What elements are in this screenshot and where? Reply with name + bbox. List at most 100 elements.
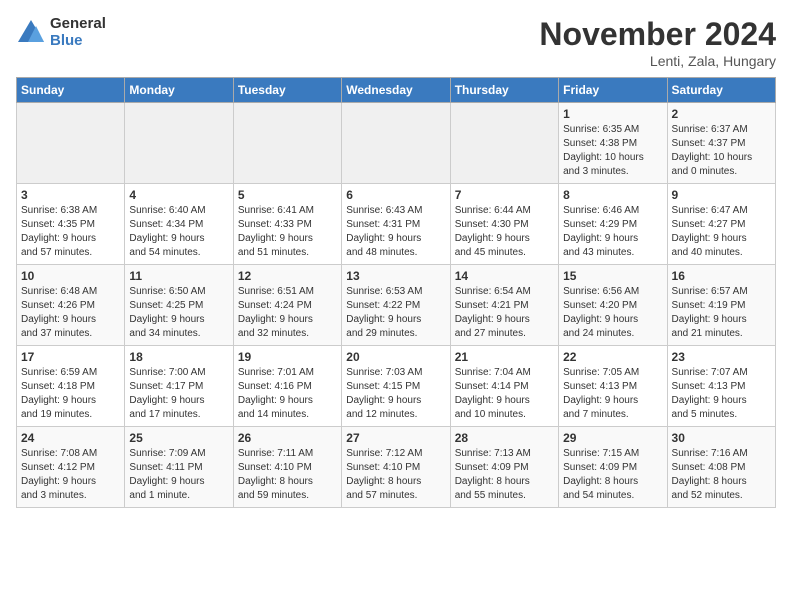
week-row-5: 24 Sunrise: 7:08 AM Sunset: 4:12 PM Dayli… bbox=[17, 427, 776, 508]
day-detail: Sunrise: 6:50 AM Sunset: 4:25 PM Dayligh… bbox=[129, 285, 228, 341]
week-row-3: 10 Sunrise: 6:48 AM Sunset: 4:26 PM Dayli… bbox=[17, 265, 776, 346]
day-number: 23 bbox=[672, 350, 771, 364]
day-header-monday: Monday bbox=[125, 78, 233, 103]
day-detail: Sunrise: 7:11 AM Sunset: 4:10 PM Dayligh… bbox=[238, 447, 337, 503]
calendar-cell: 25Sunrise: 7:09 AM Sunset: 4:11 PM Dayli… bbox=[125, 427, 233, 508]
day-number: 6 bbox=[346, 188, 445, 202]
day-detail: Sunrise: 6:37 AM Sunset: 4:37 PM Dayligh… bbox=[672, 123, 771, 179]
day-number: 1 bbox=[563, 107, 662, 121]
calendar-cell: 27 Sunrise: 7:12 AM Sunset: 4:10 PM Dayli… bbox=[342, 427, 450, 508]
day-number: 19 bbox=[238, 350, 337, 364]
day-detail: Sunrise: 6:59 AM Sunset: 4:18 PM Dayligh… bbox=[21, 366, 120, 422]
day-detail: Sunrise: 7:01 AM Sunset: 4:16 PM Dayligh… bbox=[238, 366, 337, 422]
day-number: 7 bbox=[455, 188, 554, 202]
day-detail: Sunrise: 7:08 AM Sunset: 4:12 PM Dayligh… bbox=[21, 447, 120, 503]
calendar-cell: 12 Sunrise: 6:51 AM Sunset: 4:24 PM Dayli… bbox=[233, 265, 341, 346]
day-detail: Sunrise: 7:04 AM Sunset: 4:14 PM Dayligh… bbox=[455, 366, 554, 422]
calendar-table: SundayMondayTuesdayWednesdayThursdayFrid… bbox=[16, 77, 776, 508]
day-number: 20 bbox=[346, 350, 445, 364]
calendar-cell: 29 Sunrise: 7:15 AM Sunset: 4:09 PM Dayli… bbox=[559, 427, 667, 508]
calendar-cell: 21Sunrise: 7:04 AM Sunset: 4:14 PM Dayli… bbox=[450, 346, 558, 427]
calendar-cell: 8 Sunrise: 6:46 AM Sunset: 4:29 PM Daylig… bbox=[559, 184, 667, 265]
day-number: 12 bbox=[238, 269, 337, 283]
calendar-cell: 26 Sunrise: 7:11 AM Sunset: 4:10 PM Dayli… bbox=[233, 427, 341, 508]
calendar-cell bbox=[17, 103, 125, 184]
day-detail: Sunrise: 7:00 AM Sunset: 4:17 PM Dayligh… bbox=[129, 366, 228, 422]
day-detail: Sunrise: 7:07 AM Sunset: 4:13 PM Dayligh… bbox=[672, 366, 771, 422]
day-header-thursday: Thursday bbox=[450, 78, 558, 103]
calendar-cell: 5Sunrise: 6:41 AM Sunset: 4:33 PM Daylig… bbox=[233, 184, 341, 265]
page-header: General Blue November 2024 Lenti, Zala, … bbox=[16, 16, 776, 69]
day-number: 4 bbox=[129, 188, 228, 202]
logo-icon bbox=[16, 18, 46, 48]
day-header-saturday: Saturday bbox=[667, 78, 775, 103]
day-number: 30 bbox=[672, 431, 771, 445]
calendar-cell bbox=[125, 103, 233, 184]
day-detail: Sunrise: 7:05 AM Sunset: 4:13 PM Dayligh… bbox=[563, 366, 662, 422]
day-header-sunday: Sunday bbox=[17, 78, 125, 103]
calendar-cell: 2 Sunrise: 6:37 AM Sunset: 4:37 PM Daylig… bbox=[667, 103, 775, 184]
day-detail: Sunrise: 7:03 AM Sunset: 4:15 PM Dayligh… bbox=[346, 366, 445, 422]
day-detail: Sunrise: 6:35 AM Sunset: 4:38 PM Dayligh… bbox=[563, 123, 662, 179]
day-detail: Sunrise: 6:38 AM Sunset: 4:35 PM Dayligh… bbox=[21, 204, 120, 260]
logo: General Blue bbox=[16, 16, 106, 49]
calendar-cell: 7Sunrise: 6:44 AM Sunset: 4:30 PM Daylig… bbox=[450, 184, 558, 265]
day-number: 8 bbox=[563, 188, 662, 202]
week-row-4: 17 Sunrise: 6:59 AM Sunset: 4:18 PM Dayli… bbox=[17, 346, 776, 427]
day-detail: Sunrise: 6:40 AM Sunset: 4:34 PM Dayligh… bbox=[129, 204, 228, 260]
day-number: 22 bbox=[563, 350, 662, 364]
title-block: November 2024 Lenti, Zala, Hungary bbox=[539, 16, 776, 69]
day-detail: Sunrise: 6:43 AM Sunset: 4:31 PM Dayligh… bbox=[346, 204, 445, 260]
day-detail: Sunrise: 6:53 AM Sunset: 4:22 PM Dayligh… bbox=[346, 285, 445, 341]
day-number: 10 bbox=[21, 269, 120, 283]
logo-text: General Blue bbox=[50, 16, 106, 49]
day-detail: Sunrise: 6:46 AM Sunset: 4:29 PM Dayligh… bbox=[563, 204, 662, 260]
logo-blue-label: Blue bbox=[50, 33, 106, 50]
calendar-cell: 18 Sunrise: 7:00 AM Sunset: 4:17 PM Dayli… bbox=[125, 346, 233, 427]
day-detail: Sunrise: 6:48 AM Sunset: 4:26 PM Dayligh… bbox=[21, 285, 120, 341]
calendar-cell bbox=[450, 103, 558, 184]
calendar-cell bbox=[233, 103, 341, 184]
day-number: 14 bbox=[455, 269, 554, 283]
calendar-cell: 3Sunrise: 6:38 AM Sunset: 4:35 PM Daylig… bbox=[17, 184, 125, 265]
day-number: 27 bbox=[346, 431, 445, 445]
logo-general-label: General bbox=[50, 16, 106, 33]
day-detail: Sunrise: 7:13 AM Sunset: 4:09 PM Dayligh… bbox=[455, 447, 554, 503]
day-number: 18 bbox=[129, 350, 228, 364]
day-detail: Sunrise: 7:16 AM Sunset: 4:08 PM Dayligh… bbox=[672, 447, 771, 503]
week-row-2: 3Sunrise: 6:38 AM Sunset: 4:35 PM Daylig… bbox=[17, 184, 776, 265]
calendar-cell: 16 Sunrise: 6:57 AM Sunset: 4:19 PM Dayli… bbox=[667, 265, 775, 346]
day-detail: Sunrise: 6:41 AM Sunset: 4:33 PM Dayligh… bbox=[238, 204, 337, 260]
day-detail: Sunrise: 7:09 AM Sunset: 4:11 PM Dayligh… bbox=[129, 447, 228, 503]
day-detail: Sunrise: 6:57 AM Sunset: 4:19 PM Dayligh… bbox=[672, 285, 771, 341]
day-number: 24 bbox=[21, 431, 120, 445]
calendar-header-row: SundayMondayTuesdayWednesdayThursdayFrid… bbox=[17, 78, 776, 103]
day-number: 17 bbox=[21, 350, 120, 364]
calendar-cell: 11Sunrise: 6:50 AM Sunset: 4:25 PM Dayli… bbox=[125, 265, 233, 346]
calendar-cell: 19 Sunrise: 7:01 AM Sunset: 4:16 PM Dayli… bbox=[233, 346, 341, 427]
calendar-cell bbox=[342, 103, 450, 184]
month-title: November 2024 bbox=[539, 16, 776, 53]
day-number: 9 bbox=[672, 188, 771, 202]
day-detail: Sunrise: 6:54 AM Sunset: 4:21 PM Dayligh… bbox=[455, 285, 554, 341]
day-header-wednesday: Wednesday bbox=[342, 78, 450, 103]
calendar-cell: 30 Sunrise: 7:16 AM Sunset: 4:08 PM Dayli… bbox=[667, 427, 775, 508]
day-number: 26 bbox=[238, 431, 337, 445]
calendar-cell: 13Sunrise: 6:53 AM Sunset: 4:22 PM Dayli… bbox=[342, 265, 450, 346]
day-number: 2 bbox=[672, 107, 771, 121]
day-detail: Sunrise: 6:51 AM Sunset: 4:24 PM Dayligh… bbox=[238, 285, 337, 341]
calendar-cell: 9 Sunrise: 6:47 AM Sunset: 4:27 PM Daylig… bbox=[667, 184, 775, 265]
calendar-cell: 28Sunrise: 7:13 AM Sunset: 4:09 PM Dayli… bbox=[450, 427, 558, 508]
day-header-friday: Friday bbox=[559, 78, 667, 103]
calendar-cell: 23 Sunrise: 7:07 AM Sunset: 4:13 PM Dayli… bbox=[667, 346, 775, 427]
day-detail: Sunrise: 7:15 AM Sunset: 4:09 PM Dayligh… bbox=[563, 447, 662, 503]
day-detail: Sunrise: 6:47 AM Sunset: 4:27 PM Dayligh… bbox=[672, 204, 771, 260]
day-number: 16 bbox=[672, 269, 771, 283]
day-header-tuesday: Tuesday bbox=[233, 78, 341, 103]
calendar-cell: 4 Sunrise: 6:40 AM Sunset: 4:34 PM Daylig… bbox=[125, 184, 233, 265]
day-number: 29 bbox=[563, 431, 662, 445]
day-detail: Sunrise: 7:12 AM Sunset: 4:10 PM Dayligh… bbox=[346, 447, 445, 503]
calendar-cell: 10 Sunrise: 6:48 AM Sunset: 4:26 PM Dayli… bbox=[17, 265, 125, 346]
calendar-cell: 20 Sunrise: 7:03 AM Sunset: 4:15 PM Dayli… bbox=[342, 346, 450, 427]
day-number: 15 bbox=[563, 269, 662, 283]
